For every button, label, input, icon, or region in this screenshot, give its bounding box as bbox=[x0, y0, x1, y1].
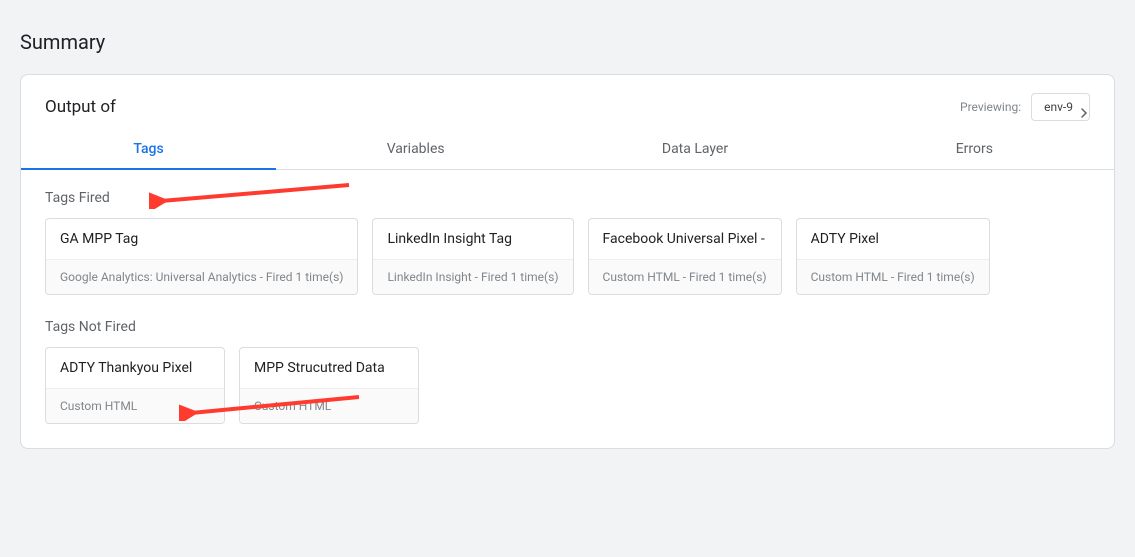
tag-card-title: GA MPP Tag bbox=[46, 219, 357, 259]
tag-card[interactable]: ADTY Pixel Custom HTML - Fired 1 time(s) bbox=[796, 218, 990, 295]
tag-card[interactable]: Facebook Universal Pixel - Custom HTML -… bbox=[588, 218, 782, 295]
tabs: Tags Variables Data Layer Errors bbox=[21, 131, 1114, 170]
tag-card-title: ADTY Thankyou Pixel bbox=[46, 348, 224, 388]
section-tags-fired: Tags Fired GA MPP Tag Google Analytics: … bbox=[21, 170, 1114, 299]
env-value: env-9 bbox=[1044, 100, 1073, 114]
env-select[interactable]: env-9 bbox=[1031, 93, 1090, 121]
card-header: Output of Previewing: env-9 bbox=[21, 75, 1114, 131]
summary-card: Output of Previewing: env-9 Tags Variabl… bbox=[20, 74, 1115, 449]
tag-card[interactable]: MPP Strucutred Data Custom HTML bbox=[239, 347, 419, 424]
tag-card-title: LinkedIn Insight Tag bbox=[373, 219, 572, 259]
tag-card[interactable]: ADTY Thankyou Pixel Custom HTML bbox=[45, 347, 225, 424]
previewing-row: Previewing: env-9 bbox=[960, 93, 1090, 121]
tag-card-title: MPP Strucutred Data bbox=[240, 348, 418, 388]
tag-card-footer: Custom HTML bbox=[240, 388, 418, 423]
tab-data-layer[interactable]: Data Layer bbox=[555, 131, 834, 169]
tag-card-footer: Custom HTML - Fired 1 time(s) bbox=[589, 259, 781, 294]
tab-variables[interactable]: Variables bbox=[276, 131, 555, 169]
section-tags-not-fired: Tags Not Fired ADTY Thankyou Pixel Custo… bbox=[21, 299, 1114, 448]
tag-card-footer: Custom HTML bbox=[46, 388, 224, 423]
tab-errors[interactable]: Errors bbox=[835, 131, 1114, 169]
tag-card-title: Facebook Universal Pixel - bbox=[589, 219, 781, 259]
not-fired-grid: ADTY Thankyou Pixel Custom HTML MPP Stru… bbox=[45, 347, 1090, 424]
fired-grid: GA MPP Tag Google Analytics: Universal A… bbox=[45, 218, 1090, 295]
section-title-fired: Tags Fired bbox=[45, 190, 1090, 206]
tag-card-footer: Google Analytics: Universal Analytics - … bbox=[46, 259, 357, 294]
tab-tags[interactable]: Tags bbox=[21, 131, 276, 169]
card-header-title: Output of bbox=[45, 97, 960, 117]
section-title-not-fired: Tags Not Fired bbox=[45, 319, 1090, 335]
previewing-label: Previewing: bbox=[960, 100, 1021, 114]
tag-card-title: ADTY Pixel bbox=[797, 219, 989, 259]
tag-card-footer: LinkedIn Insight - Fired 1 time(s) bbox=[373, 259, 572, 294]
page-title: Summary bbox=[0, 0, 1135, 74]
tag-card[interactable]: GA MPP Tag Google Analytics: Universal A… bbox=[45, 218, 358, 295]
tag-card-footer: Custom HTML - Fired 1 time(s) bbox=[797, 259, 989, 294]
tag-card[interactable]: LinkedIn Insight Tag LinkedIn Insight - … bbox=[372, 218, 573, 295]
